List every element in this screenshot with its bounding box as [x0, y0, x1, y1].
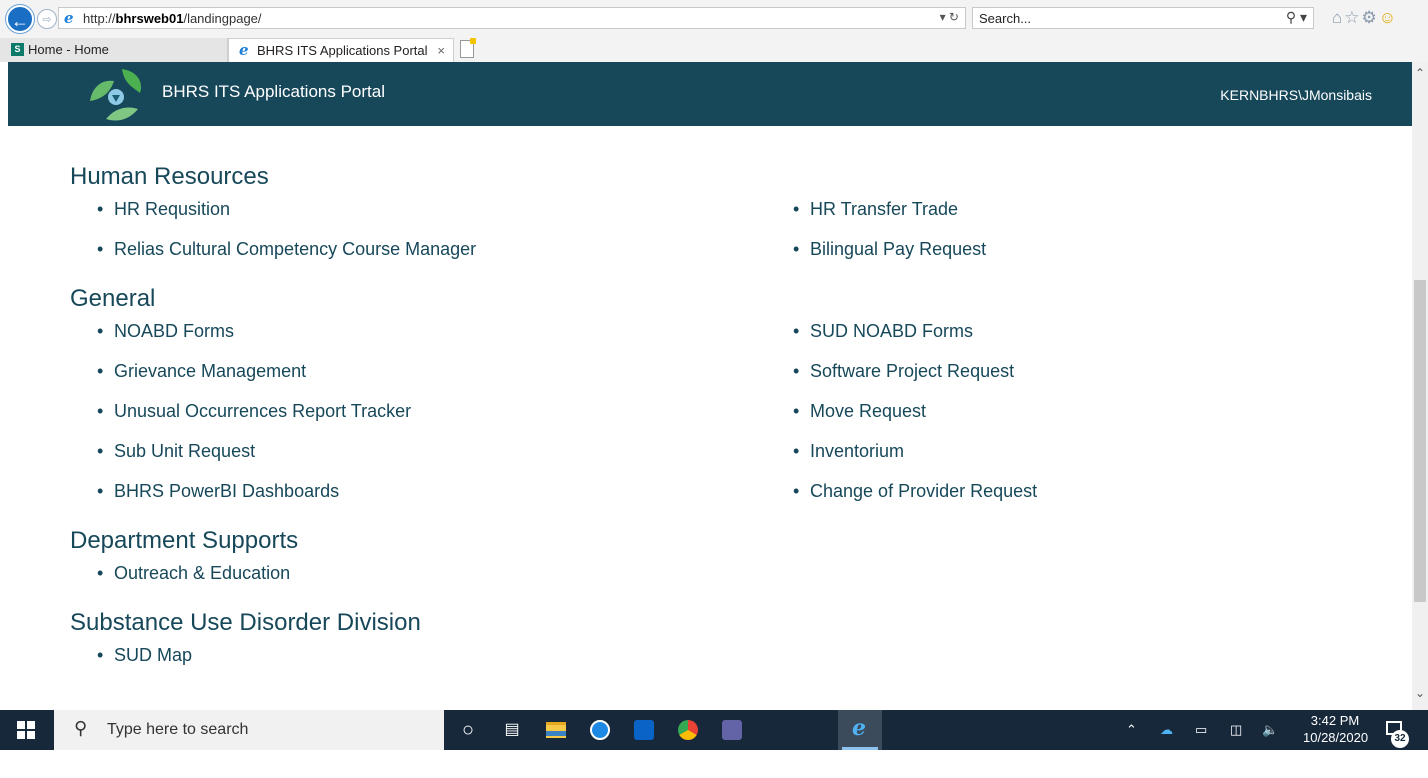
tab-home[interactable]: S Home - Home: [0, 38, 228, 62]
search-icon[interactable]: ⚲ ▾: [1286, 9, 1307, 26]
network-icon[interactable]: ◫: [1230, 722, 1242, 738]
app-link[interactable]: Move Request: [810, 401, 926, 421]
section-substance-use-disorder: Substance Use Disorder Division • SUD Map: [70, 608, 1370, 682]
leaf-logo-icon[interactable]: [84, 65, 146, 123]
tab-strip: S Home - Home e BHRS ITS Applications Po…: [0, 38, 1428, 62]
url-text[interactable]: http://bhrsweb01/landingpage/: [83, 11, 262, 26]
section-title: Human Resources: [70, 163, 269, 190]
app-link[interactable]: Grievance Management: [114, 361, 306, 381]
chrome-icon[interactable]: [666, 710, 710, 750]
ie-page-icon: e: [64, 9, 74, 27]
list-item: • Bilingual Pay Request: [793, 239, 987, 259]
list-item: • Sub Unit Request: [97, 441, 256, 461]
list-item: • Grievance Management: [97, 361, 307, 381]
list-item: • NOABD Forms: [97, 321, 235, 341]
refresh-icon[interactable]: ▾ ↻: [940, 10, 959, 24]
list-item: • Unusual Occurrences Report Tracker: [97, 401, 412, 421]
app-link[interactable]: Unusual Occurrences Report Tracker: [114, 401, 411, 421]
task-view-icon[interactable]: ▤: [490, 710, 534, 750]
cortana-icon[interactable]: ○: [446, 710, 490, 750]
ie-icon: e: [239, 41, 249, 59]
new-tab-icon[interactable]: [460, 38, 476, 58]
scroll-thumb[interactable]: [1414, 280, 1426, 602]
link-list: • Outreach & Education: [70, 560, 1370, 600]
onedrive-icon[interactable]: ☁: [1160, 722, 1173, 738]
battery-icon[interactable]: ▭: [1195, 722, 1207, 738]
list-item: • SUD Map: [97, 645, 193, 665]
list-item: • SUD NOABD Forms: [793, 321, 974, 341]
link-list: • SUD Map: [70, 642, 1370, 682]
search-icon: ⚲: [74, 718, 88, 738]
main-content: Human Resources • HR Requsition • HR Trans…: [70, 162, 1370, 690]
file-explorer-icon[interactable]: [534, 710, 578, 750]
section-title: General: [70, 285, 156, 312]
app-link[interactable]: HR Requsition: [114, 199, 230, 219]
home-icon[interactable]: ⌂: [1332, 8, 1344, 27]
section-title: Substance Use Disorder Division: [70, 609, 421, 636]
action-center-icon[interactable]: 32: [1382, 718, 1409, 748]
list-item: • Outreach & Education: [97, 563, 291, 583]
app-link[interactable]: Sub Unit Request: [114, 441, 255, 461]
maps-icon[interactable]: [578, 710, 622, 750]
windows-logo-icon: [17, 721, 35, 739]
forward-arrow-icon[interactable]: ⇨: [37, 9, 57, 29]
app-link[interactable]: Software Project Request: [810, 361, 1014, 381]
list-item: • Relias Cultural Competency Course Manag…: [97, 239, 477, 259]
windows-taskbar: ⚲ Type here to search ○ ▤ e ⌃ ☁ ▭ ◫ 🔈 3:…: [0, 710, 1428, 778]
section-human-resources: Human Resources • HR Requsition • HR Trans…: [70, 162, 1370, 276]
tab-portal[interactable]: e BHRS ITS Applications Portal ×: [228, 38, 454, 62]
list-item: • Inventorium: [793, 441, 905, 461]
list-item: • Move Request: [793, 401, 927, 421]
list-item: • Change of Provider Request: [793, 481, 1038, 501]
system-clock[interactable]: 3:42 PM 10/28/2020: [1303, 712, 1368, 746]
app-link[interactable]: HR Transfer Trade: [810, 199, 958, 219]
teams-icon[interactable]: [710, 710, 754, 750]
show-hidden-icons-icon[interactable]: ⌃: [1126, 722, 1137, 738]
address-bar[interactable]: e http://bhrsweb01/landingpage/ ▾ ↻: [58, 7, 966, 29]
app-link[interactable]: Inventorium: [810, 441, 904, 461]
section-general: General • NOABD Forms • SUD NOABD Forms • G…: [70, 284, 1370, 518]
app-link[interactable]: SUD NOABD Forms: [810, 321, 973, 341]
browser-toolbar: ← ⇨ e http://bhrsweb01/landingpage/ ▾ ↻ …: [0, 0, 1428, 38]
app-link[interactable]: NOABD Forms: [114, 321, 234, 341]
list-item: • HR Requsition: [97, 199, 231, 219]
app-link[interactable]: Bilingual Pay Request: [810, 239, 986, 259]
app-link[interactable]: Change of Provider Request: [810, 481, 1037, 501]
vertical-scrollbar[interactable]: ⌃ ⌄: [1412, 62, 1428, 710]
outlook-icon[interactable]: [622, 710, 666, 750]
favorites-star-icon[interactable]: ☆: [1344, 8, 1361, 27]
feedback-smiley-icon[interactable]: ☺: [1379, 8, 1398, 27]
browser-tools: ⌂☆⚙☺: [1332, 8, 1398, 28]
link-list: • HR Requsition • HR Transfer Trade • Relia…: [70, 196, 1370, 276]
section-title: Department Supports: [70, 527, 299, 554]
link-list: • NOABD Forms • SUD NOABD Forms • Grievance…: [70, 318, 1370, 518]
app-link[interactable]: Outreach & Education: [114, 563, 290, 583]
settings-gear-icon[interactable]: ⚙: [1362, 8, 1379, 27]
section-department-supports: Department Supports • Outreach & Educatio…: [70, 526, 1370, 600]
internet-explorer-icon[interactable]: e: [838, 710, 882, 750]
close-icon[interactable]: ×: [437, 40, 445, 62]
brand-title[interactable]: BHRS ITS Applications Portal: [162, 82, 385, 102]
app-link[interactable]: SUD Map: [114, 645, 192, 665]
list-item: • Software Project Request: [793, 361, 1015, 381]
scroll-up-icon[interactable]: ⌃: [1412, 66, 1428, 80]
user-name: KERNBHRS\JMonsibais: [1220, 87, 1372, 103]
list-item: • HR Transfer Trade: [793, 199, 959, 219]
list-item: • BHRS PowerBI Dashboards: [97, 481, 340, 501]
start-button[interactable]: [0, 710, 54, 750]
browser-search-input[interactable]: Search... ⚲ ▾: [972, 7, 1314, 29]
app-link[interactable]: BHRS PowerBI Dashboards: [114, 481, 339, 501]
volume-icon[interactable]: 🔈: [1262, 722, 1278, 738]
scroll-down-icon[interactable]: ⌄: [1412, 686, 1428, 700]
page-viewport: BHRS ITS Applications Portal KERNBHRS\JM…: [0, 62, 1412, 710]
back-arrow-icon[interactable]: ←: [6, 5, 34, 33]
notification-count-badge: 32: [1391, 730, 1409, 748]
taskbar-search-input[interactable]: ⚲ Type here to search: [54, 710, 444, 750]
sharepoint-icon: S: [11, 43, 24, 56]
top-navbar: BHRS ITS Applications Portal KERNBHRS\JM…: [8, 62, 1412, 126]
app-link[interactable]: Relias Cultural Competency Course Manage…: [114, 239, 476, 259]
